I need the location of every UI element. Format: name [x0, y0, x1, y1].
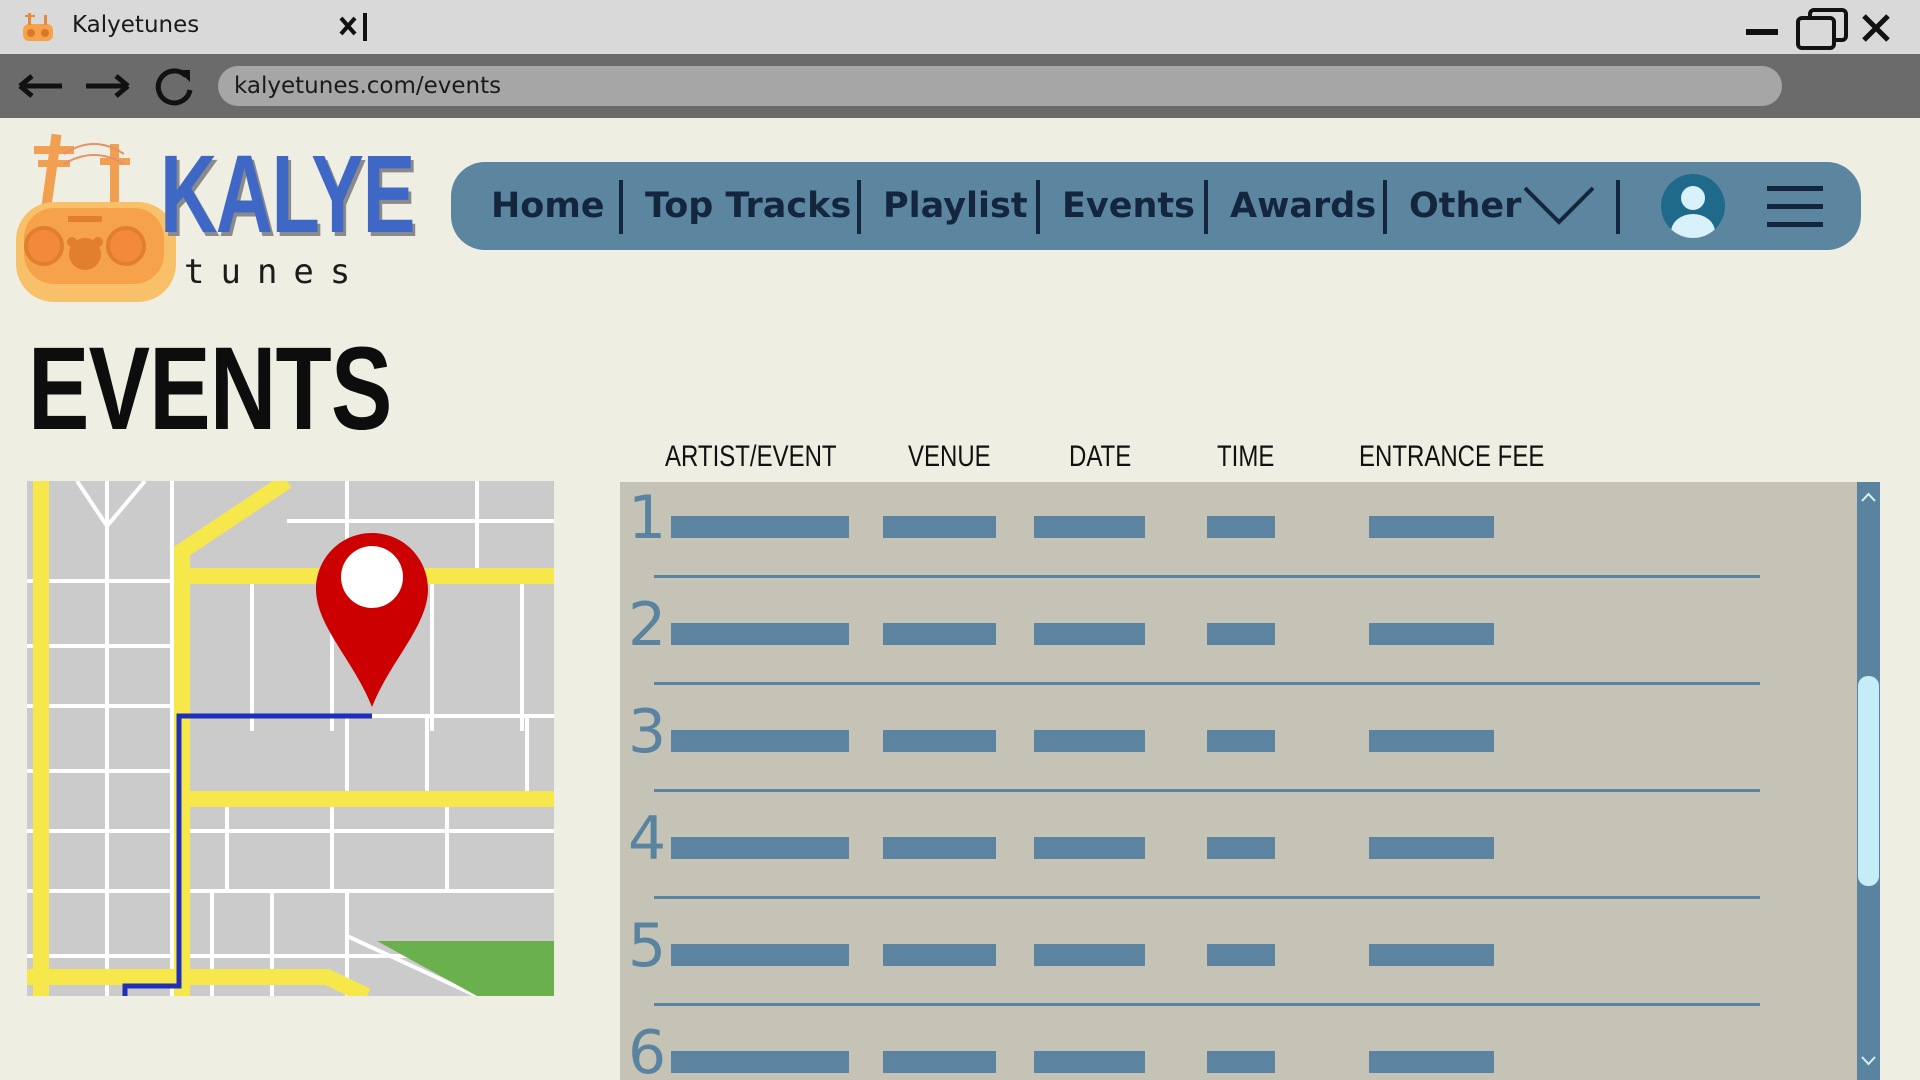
artist-event-cell[interactable] [671, 1051, 849, 1073]
tab-close-icon[interactable] [337, 8, 371, 44]
nav-top-tracks[interactable]: Top Tracks [645, 182, 851, 230]
row-number: 1 [628, 483, 667, 553]
back-arrow-icon[interactable] [16, 64, 68, 108]
browser-toolbar: kalyetunes.com/events [0, 54, 1920, 118]
minimize-icon[interactable] [1744, 12, 1780, 40]
venue-cell[interactable] [883, 837, 996, 859]
date-cell[interactable] [1034, 623, 1145, 645]
forward-arrow-icon[interactable] [82, 64, 134, 108]
entrance-fee-cell[interactable] [1369, 516, 1494, 538]
row-number: 6 [628, 1018, 667, 1080]
nav-divider [1383, 180, 1387, 234]
address-bar[interactable]: kalyetunes.com/events [218, 66, 1782, 106]
time-cell[interactable] [1207, 623, 1275, 645]
entrance-fee-cell[interactable] [1369, 837, 1494, 859]
nav-events[interactable]: Events [1062, 182, 1195, 230]
table-row[interactable]: 2 [620, 589, 1860, 696]
row-divider [654, 575, 1760, 578]
entrance-fee-cell[interactable] [1369, 730, 1494, 752]
table-row[interactable]: 3 [620, 696, 1860, 803]
restore-window-icon[interactable] [1792, 6, 1852, 50]
event-location-map[interactable] [27, 481, 554, 996]
date-cell[interactable] [1034, 1051, 1145, 1073]
scroll-up-chevron-icon[interactable] [1857, 488, 1880, 508]
column-header-venue: VENUE [908, 440, 991, 473]
page-title: EVENTS [28, 323, 392, 455]
table-row[interactable]: 5 [620, 910, 1860, 1017]
tab-title[interactable]: Kalyetunes [72, 12, 199, 38]
row-number: 4 [628, 804, 667, 874]
artist-event-cell[interactable] [671, 837, 849, 859]
column-header-date: DATE [1069, 440, 1132, 473]
row-divider [654, 896, 1760, 899]
row-number: 5 [628, 911, 667, 981]
venue-cell[interactable] [883, 944, 996, 966]
venue-cell[interactable] [883, 730, 996, 752]
nav-other[interactable]: Other [1409, 182, 1521, 230]
logo-wordmark[interactable]: KALYE [160, 140, 415, 250]
user-avatar-icon[interactable] [1661, 174, 1725, 238]
column-header-artist-event: ARTIST/EVENT [665, 440, 837, 473]
nav-divider [1204, 180, 1208, 234]
nav-divider [1036, 180, 1040, 234]
location-pin-icon[interactable] [314, 531, 430, 711]
nav-divider [619, 180, 623, 234]
time-cell[interactable] [1207, 516, 1275, 538]
nav-awards[interactable]: Awards [1230, 182, 1376, 230]
row-divider [654, 682, 1760, 685]
map-graphic [27, 481, 554, 996]
table-row[interactable]: 6 [620, 1017, 1860, 1080]
scrollbar-thumb[interactable] [1858, 676, 1879, 886]
venue-cell[interactable] [883, 1051, 996, 1073]
reload-icon[interactable] [148, 64, 200, 108]
table-scrollbar[interactable] [1857, 482, 1880, 1080]
scroll-down-chevron-icon[interactable] [1857, 1050, 1880, 1070]
logo-subtitle: tunes [184, 252, 367, 292]
site-navigation: Home Top Tracks Playlist Events Awards O… [451, 162, 1861, 250]
radio-favicon-icon [23, 13, 53, 41]
time-cell[interactable] [1207, 1051, 1275, 1073]
table-row[interactable]: 1 [620, 482, 1860, 589]
nav-playlist[interactable]: Playlist [883, 182, 1028, 230]
column-header-time: TIME [1217, 440, 1275, 473]
artist-event-cell[interactable] [671, 730, 849, 752]
nav-divider [857, 180, 861, 234]
nav-divider [1616, 180, 1620, 234]
chevron-down-icon[interactable] [1523, 184, 1595, 228]
row-number: 3 [628, 697, 667, 767]
hamburger-menu-icon[interactable] [1767, 182, 1823, 230]
browser-titlebar: Kalyetunes [0, 0, 1920, 54]
nav-home[interactable]: Home [491, 182, 605, 230]
date-cell[interactable] [1034, 730, 1145, 752]
venue-cell[interactable] [883, 516, 996, 538]
artist-event-cell[interactable] [671, 623, 849, 645]
time-cell[interactable] [1207, 837, 1275, 859]
row-number: 2 [628, 590, 667, 660]
entrance-fee-cell[interactable] [1369, 623, 1494, 645]
date-cell[interactable] [1034, 516, 1145, 538]
url-text[interactable]: kalyetunes.com/events [234, 73, 501, 99]
date-cell[interactable] [1034, 944, 1145, 966]
row-divider [654, 789, 1760, 792]
artist-event-cell[interactable] [671, 944, 849, 966]
venue-cell[interactable] [883, 623, 996, 645]
artist-event-cell[interactable] [671, 516, 849, 538]
time-cell[interactable] [1207, 944, 1275, 966]
events-table[interactable]: 1 2 3 4 5 6 [620, 482, 1880, 1080]
date-cell[interactable] [1034, 837, 1145, 859]
column-header-entrance-fee: ENTRANCE FEE [1359, 440, 1545, 473]
close-window-icon[interactable] [1860, 12, 1892, 44]
entrance-fee-cell[interactable] [1369, 944, 1494, 966]
table-row[interactable]: 4 [620, 803, 1860, 910]
time-cell[interactable] [1207, 730, 1275, 752]
row-divider [654, 1003, 1760, 1006]
entrance-fee-cell[interactable] [1369, 1051, 1494, 1073]
